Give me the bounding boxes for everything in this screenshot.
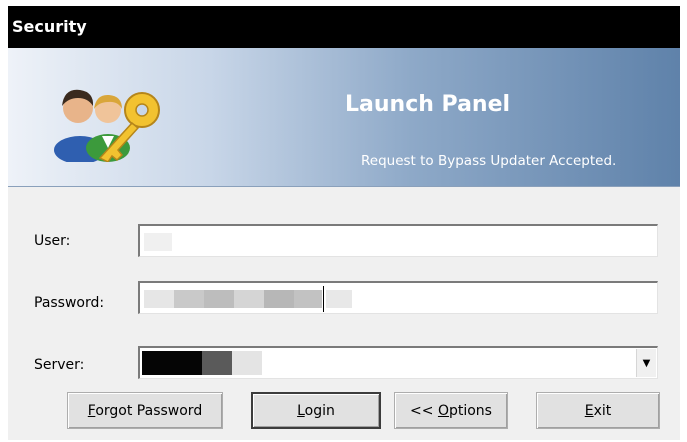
password-input[interactable] <box>138 281 658 314</box>
redacted-password-segment <box>204 290 234 308</box>
user-label: User: <box>34 233 71 249</box>
login-label: ogin <box>304 402 335 419</box>
options-label: ptions <box>448 402 492 419</box>
status-message: Request to Bypass Updater Accepted. <box>361 153 617 169</box>
redacted-password-segment <box>234 290 264 308</box>
redacted-password-segment <box>326 290 352 308</box>
title-bar[interactable]: Security <box>8 6 680 48</box>
server-label: Server: <box>34 357 85 373</box>
exit-label: xit <box>593 402 612 419</box>
forgot-password-button[interactable]: Forgot Password <box>67 392 223 429</box>
dropdown-arrow-icon[interactable]: ▼ <box>636 349 656 377</box>
window-title: Security <box>12 17 87 36</box>
redacted-server-segment <box>202 351 232 375</box>
header-banner: Launch Panel Request to Bypass Updater A… <box>8 48 680 187</box>
forgot-label: orgot Password <box>95 402 203 419</box>
login-button[interactable]: Login <box>251 392 381 429</box>
redacted-user-value <box>144 233 172 251</box>
options-mnemonic: O <box>437 402 449 419</box>
banner-heading: Launch Panel <box>345 92 511 117</box>
security-dialog: Security Launch Panel Request to Bypass … <box>8 6 680 440</box>
redacted-password-segment <box>264 290 294 308</box>
login-mnemonic: L <box>297 402 305 419</box>
exit-button[interactable]: Exit <box>536 392 660 429</box>
server-select[interactable]: ▼ <box>138 346 658 379</box>
redacted-password-segment <box>294 290 322 308</box>
text-caret <box>323 286 324 312</box>
redacted-password-segment <box>174 290 204 308</box>
password-label: Password: <box>34 295 105 311</box>
user-input[interactable] <box>138 224 658 257</box>
redacted-server-segment <box>232 351 262 375</box>
users-key-icon <box>54 89 160 162</box>
redacted-server-segment <box>142 351 202 375</box>
redacted-password-segment <box>144 290 174 308</box>
options-prefix: << <box>410 402 438 419</box>
exit-mnemonic: E <box>584 402 594 419</box>
options-button[interactable]: << Options <box>394 392 508 429</box>
